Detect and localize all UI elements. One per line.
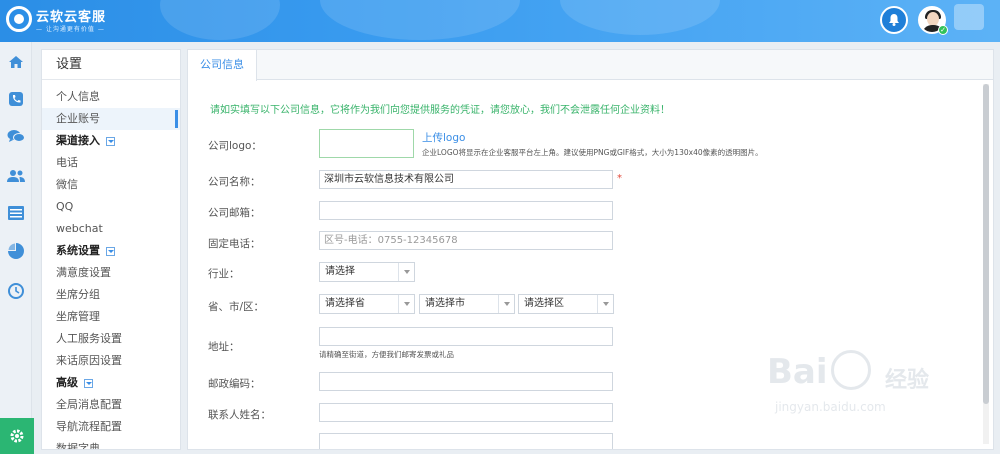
menu-group-label: 渠道接入: [56, 134, 100, 147]
company-name-label: 公司名称：: [208, 176, 261, 188]
menu-item-12[interactable]: 来话原因设置: [42, 350, 180, 372]
region-label: 省、市/区：: [208, 301, 265, 313]
required-mark: *: [617, 173, 622, 184]
chevron-down-icon: [398, 263, 414, 281]
notification-bell-icon[interactable]: [880, 6, 908, 34]
users-icon[interactable]: [0, 160, 32, 192]
landline-phone-label: 固定电话：: [208, 238, 261, 250]
company-name-input[interactable]: 深圳市云软信息技术有限公司: [319, 170, 613, 189]
address-hint: 请精确至街道，方便我们邮寄发票或礼品: [319, 350, 454, 359]
menu-item-11[interactable]: 人工服务设置: [42, 328, 180, 350]
menu-item-14[interactable]: 全局消息配置: [42, 394, 180, 416]
baidu-jingyan-watermark: Bai 经验 jingyan.baidu.com: [745, 342, 995, 452]
province-select[interactable]: 请选择省: [319, 294, 415, 314]
form-notice: 请如实填写以下公司信息，它将作为我们向您提供服务的凭证，请您放心，我们不会泄露任…: [210, 105, 670, 116]
watermark-jingyan-text: 经验: [885, 368, 930, 393]
zipcode-input[interactable]: [319, 372, 613, 391]
pie-chart-icon[interactable]: [0, 235, 32, 267]
menu-group-2[interactable]: 渠道接入: [42, 130, 180, 152]
chevron-down-icon: [498, 295, 514, 313]
company-logo-preview: [319, 129, 414, 158]
upload-logo-link[interactable]: 上传logo: [422, 130, 465, 145]
industry-label: 行业：: [208, 268, 240, 280]
header-cloud-decoration: [160, 0, 280, 40]
address-label: 地址：: [208, 341, 240, 353]
settings-menu-list: 个人信息 企业账号渠道接入电话 微信 QQ webchat 系统设置满意度设置 坐席分组 坐席…: [42, 80, 180, 449]
user-name-blurred[interactable]: [954, 4, 984, 30]
menu-group-13[interactable]: 高级: [42, 372, 180, 394]
contact-name-input[interactable]: [319, 403, 613, 422]
zipcode-label: 邮政编码：: [208, 378, 261, 390]
industry-select[interactable]: 请选择: [319, 262, 415, 282]
menu-item-6[interactable]: webchat: [42, 218, 180, 240]
chat-icon[interactable]: [0, 120, 32, 152]
upload-logo-hint: 企业LOGO将显示在企业客服平台左上角。建议使用PNG或GIF格式，大小为130…: [422, 148, 763, 157]
tab-bar: 公司信息: [188, 50, 993, 81]
address-input[interactable]: [319, 327, 613, 346]
menu-item-16[interactable]: 数据字典: [42, 438, 180, 449]
brand-logo-icon[interactable]: [6, 6, 32, 32]
icon-rail: [0, 42, 32, 454]
menu-item-4[interactable]: 微信: [42, 174, 180, 196]
header-cloud-decoration: [560, 0, 720, 35]
history-icon[interactable]: [0, 275, 32, 307]
contact-name-label: 联系人姓名：: [208, 409, 271, 421]
company-logo-label: 公司logo：: [208, 140, 262, 152]
chevron-down-icon: [398, 295, 414, 313]
province-select-value: 请选择省: [325, 298, 365, 309]
chevron-down-icon: [597, 295, 613, 313]
settings-menu-title: 设置: [42, 50, 180, 80]
phone-icon[interactable]: [0, 83, 32, 115]
brand-slogan: — 让沟通更有价值 —: [36, 26, 105, 33]
district-select-value: 请选择区: [524, 298, 564, 309]
chevron-down-icon[interactable]: [106, 246, 115, 256]
baidu-paw-icon: [831, 350, 871, 390]
city-select-value: 请选择市: [425, 298, 465, 309]
header-cloud-decoration: [320, 0, 520, 40]
company-email-input[interactable]: [319, 201, 613, 220]
menu-item-10[interactable]: 坐席管理: [42, 306, 180, 328]
city-select[interactable]: 请选择市: [419, 294, 515, 314]
tab-company-info[interactable]: 公司信息: [188, 50, 257, 81]
menu-item-0[interactable]: 个人信息: [42, 86, 180, 108]
industry-select-value: 请选择: [325, 266, 355, 277]
menu-item-9[interactable]: 坐席分组: [42, 284, 180, 306]
menu-group-label: 系统设置: [56, 244, 100, 257]
menu-group-label: 高级: [56, 376, 78, 389]
brand-name: 云软云客服: [36, 10, 107, 25]
chevron-down-icon[interactable]: [106, 136, 115, 146]
menu-item-5[interactable]: QQ: [42, 196, 180, 218]
online-status-check-icon: ✓: [938, 25, 948, 35]
watermark-url: jingyan.baidu.com: [775, 400, 886, 414]
menu-item-15[interactable]: 导航流程配置: [42, 416, 180, 438]
menu-item-8[interactable]: 满意度设置: [42, 262, 180, 284]
list-icon[interactable]: [0, 197, 32, 229]
home-icon[interactable]: [0, 46, 32, 78]
company-email-label: 公司邮箱：: [208, 207, 261, 219]
chevron-down-icon[interactable]: [84, 378, 93, 388]
watermark-bai-text: Bai: [767, 352, 828, 392]
next-field-input[interactable]: [319, 433, 613, 449]
gear-icon[interactable]: [0, 418, 34, 454]
district-select[interactable]: 请选择区: [518, 294, 614, 314]
menu-group-7[interactable]: 系统设置: [42, 240, 180, 262]
landline-phone-input[interactable]: 区号-电话：0755-12345678: [319, 231, 613, 250]
menu-item-1[interactable]: 企业账号: [42, 108, 180, 130]
settings-menu: 设置 个人信息 企业账号渠道接入电话 微信 QQ webchat 系统设置满意度设置 坐席分…: [41, 49, 181, 450]
menu-item-3[interactable]: 电话: [42, 152, 180, 174]
top-header: 云软云客服 — 让沟通更有价值 — ✓: [0, 0, 1000, 42]
